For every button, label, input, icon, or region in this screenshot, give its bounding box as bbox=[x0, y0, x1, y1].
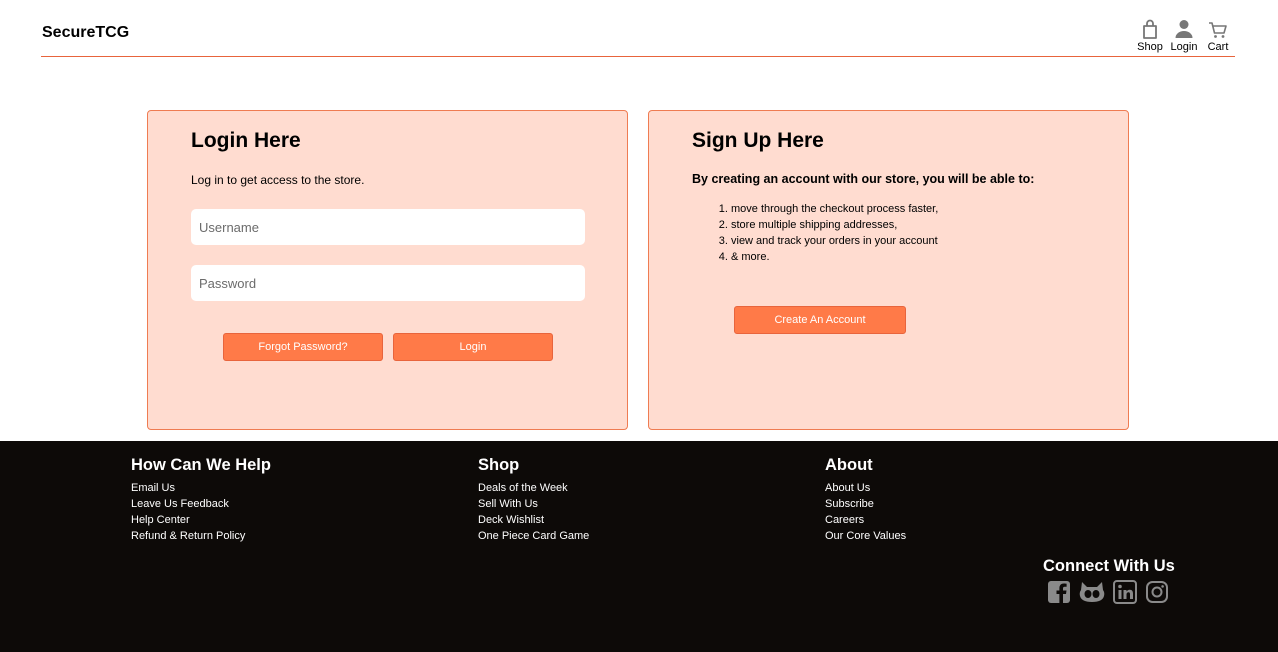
footer-help-column: How Can We Help Email Us Leave Us Feedba… bbox=[131, 456, 271, 544]
login-title: Login Here bbox=[191, 129, 301, 152]
login-description: Log in to get access to the store. bbox=[191, 173, 365, 187]
password-input[interactable] bbox=[191, 265, 585, 301]
nav-shop-label: Shop bbox=[1137, 41, 1163, 53]
footer-link-feedback[interactable]: Leave Us Feedback bbox=[131, 496, 271, 512]
footer-link-careers[interactable]: Careers bbox=[825, 512, 906, 528]
cart-icon bbox=[1209, 22, 1227, 38]
footer-link-sell[interactable]: Sell With Us bbox=[478, 496, 589, 512]
benefit-item: move through the checkout process faster… bbox=[731, 201, 938, 217]
login-button[interactable]: Login bbox=[393, 333, 553, 361]
footer-link-core-values[interactable]: Our Core Values bbox=[825, 528, 906, 544]
signup-title: Sign Up Here bbox=[692, 129, 824, 152]
footer-shop-column: Shop Deals of the Week Sell With Us Deck… bbox=[478, 456, 589, 544]
connect-section: Connect With Us bbox=[1043, 557, 1175, 604]
nav-cart-label: Cart bbox=[1207, 41, 1229, 53]
footer-link-deals[interactable]: Deals of the Week bbox=[478, 480, 589, 496]
footer-about-column: About About Us Subscribe Careers Our Cor… bbox=[825, 456, 906, 544]
nav-login[interactable]: Login bbox=[1167, 18, 1201, 53]
footer-link-one-piece[interactable]: One Piece Card Game bbox=[478, 528, 589, 544]
social-links bbox=[1047, 580, 1175, 604]
connect-title: Connect With Us bbox=[1043, 557, 1175, 575]
linkedin-icon[interactable] bbox=[1113, 580, 1137, 604]
footer-help-title: How Can We Help bbox=[131, 456, 271, 474]
benefit-item: store multiple shipping addresses, bbox=[731, 217, 938, 233]
nav-login-label: Login bbox=[1170, 41, 1198, 53]
benefits-list: move through the checkout process faster… bbox=[731, 201, 938, 265]
footer-link-email-us[interactable]: Email Us bbox=[131, 480, 271, 496]
site-header: SecureTCG Shop Login Cart bbox=[41, 0, 1235, 57]
benefit-item: & more. bbox=[731, 249, 938, 265]
facebook-icon[interactable] bbox=[1047, 580, 1071, 604]
signup-card: Sign Up Here By creating an account with… bbox=[648, 110, 1129, 430]
footer-link-wishlist[interactable]: Deck Wishlist bbox=[478, 512, 589, 528]
nav-cart[interactable]: Cart bbox=[1201, 18, 1235, 53]
github-icon[interactable] bbox=[1079, 580, 1105, 604]
footer-link-help-center[interactable]: Help Center bbox=[131, 512, 271, 528]
top-nav: Shop Login Cart bbox=[1133, 18, 1235, 53]
site-footer: How Can We Help Email Us Leave Us Feedba… bbox=[0, 441, 1278, 652]
nav-shop[interactable]: Shop bbox=[1133, 18, 1167, 53]
instagram-icon[interactable] bbox=[1145, 580, 1169, 604]
brand-logo[interactable]: SecureTCG bbox=[42, 24, 129, 42]
forgot-password-button[interactable]: Forgot Password? bbox=[223, 333, 383, 361]
shopping-bag-icon bbox=[1143, 19, 1157, 39]
username-input[interactable] bbox=[191, 209, 585, 245]
login-card: Login Here Log in to get access to the s… bbox=[147, 110, 628, 430]
footer-shop-title: Shop bbox=[478, 456, 520, 474]
signup-lead: By creating an account with our store, y… bbox=[692, 172, 1035, 186]
footer-link-refund-policy[interactable]: Refund & Return Policy bbox=[131, 528, 271, 544]
create-account-button[interactable]: Create An Account bbox=[734, 306, 906, 334]
footer-about-title: About bbox=[825, 456, 873, 474]
footer-link-about-us[interactable]: About Us bbox=[825, 480, 906, 496]
footer-link-subscribe[interactable]: Subscribe bbox=[825, 496, 906, 512]
benefit-item: view and track your orders in your accou… bbox=[731, 233, 938, 249]
user-icon bbox=[1175, 20, 1193, 38]
